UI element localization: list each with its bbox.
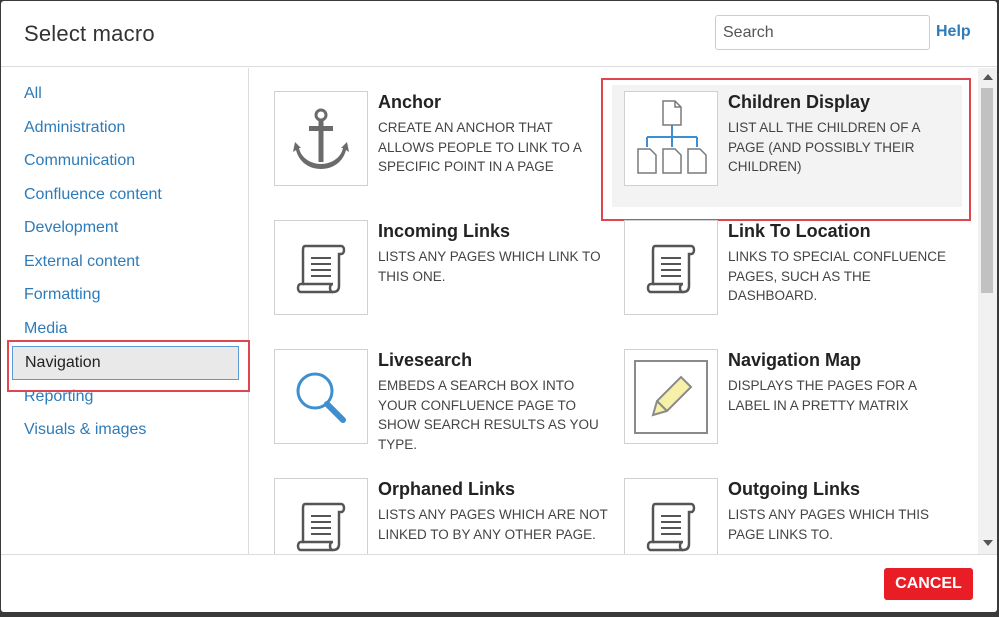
anchor-icon	[274, 91, 368, 186]
macro-grid: Anchor Create an anchor that allows peop…	[250, 68, 997, 554]
sidebar-item-administration[interactable]: Administration	[24, 119, 125, 137]
macro-title: Incoming Links	[378, 221, 511, 241]
sidebar-item-formatting[interactable]: Formatting	[24, 286, 100, 304]
help-link[interactable]: Help	[936, 23, 971, 41]
macro-orphaned-links[interactable]: Orphaned Links Lists any pages which are…	[274, 478, 624, 554]
scroll-icon	[624, 478, 718, 554]
sidebar-item-reporting[interactable]: Reporting	[24, 388, 93, 406]
macro-link-to-location[interactable]: Link To Location Links to special Conflu…	[624, 220, 974, 340]
macro-incoming-links[interactable]: Incoming Links Lists any pages which lin…	[274, 220, 624, 340]
sidebar-item-all[interactable]: All	[24, 85, 42, 103]
scroll-icon	[274, 220, 368, 315]
search-input[interactable]	[715, 15, 930, 50]
select-macro-dialog: Select macro Help All Administration Com…	[1, 1, 997, 612]
page-tree-icon	[624, 91, 718, 186]
macro-title: Children Display	[728, 92, 871, 112]
scroll-up-arrow-icon[interactable]	[983, 74, 993, 80]
macro-title: Orphaned Links	[378, 479, 516, 499]
macro-title: Livesearch	[378, 350, 473, 370]
macro-description: Links to special Confluence pages, such …	[728, 249, 947, 303]
scroll-icon	[274, 478, 368, 554]
dialog-title: Select macro	[24, 21, 155, 46]
macro-outgoing-links[interactable]: Outgoing Links Lists any pages which thi…	[624, 478, 974, 554]
macro-title: Anchor	[378, 92, 441, 112]
sidebar-item-navigation[interactable]: Navigation	[12, 346, 239, 380]
sidebar-item-visuals-images[interactable]: Visuals & images	[24, 421, 146, 439]
sidebar-item-development[interactable]: Development	[24, 219, 118, 237]
macro-description: Embeds a search box into your Confluence…	[378, 378, 599, 452]
macro-grid-scrollbar[interactable]	[978, 68, 997, 554]
sidebar-item-external-content[interactable]: External content	[24, 253, 140, 271]
macro-description: Lists any pages which this page links to…	[728, 507, 930, 542]
category-sidebar: All Administration Communication Conflue…	[1, 68, 250, 554]
scroll-down-arrow-icon[interactable]	[983, 540, 993, 546]
macro-title: Navigation Map	[728, 350, 862, 370]
cancel-button[interactable]: CANCEL	[884, 568, 973, 600]
macro-description: Create an anchor that allows people to l…	[378, 120, 582, 174]
scroll-thumb[interactable]	[981, 88, 993, 293]
magnifier-icon	[274, 349, 368, 444]
macro-navigation-map[interactable]: Navigation Map Displays the pages for a …	[624, 349, 974, 469]
scroll-icon	[624, 220, 718, 315]
macro-livesearch[interactable]: Livesearch Embeds a search box into your…	[274, 349, 624, 469]
macro-description: Lists any pages which are not linked to …	[378, 507, 608, 542]
sidebar-item-media[interactable]: Media	[24, 320, 68, 338]
macro-title: Link To Location	[728, 221, 871, 241]
macro-description: Displays the pages for a label in a pret…	[728, 378, 917, 413]
macro-anchor[interactable]: Anchor Create an anchor that allows peop…	[274, 91, 624, 211]
macro-children-display[interactable]: Children Display List all the children o…	[612, 85, 962, 207]
macro-description: List all the children of a page (and pos…	[728, 120, 920, 174]
pencil-icon	[624, 349, 718, 444]
sidebar-item-communication[interactable]: Communication	[24, 152, 135, 170]
macro-title: Outgoing Links	[728, 479, 860, 499]
dialog-footer: CANCEL	[1, 554, 997, 612]
macro-description: Lists any pages which link to this one.	[378, 249, 601, 284]
dialog-header: Select macro Help	[1, 1, 997, 67]
sidebar-item-confluence-content[interactable]: Confluence content	[24, 186, 162, 204]
